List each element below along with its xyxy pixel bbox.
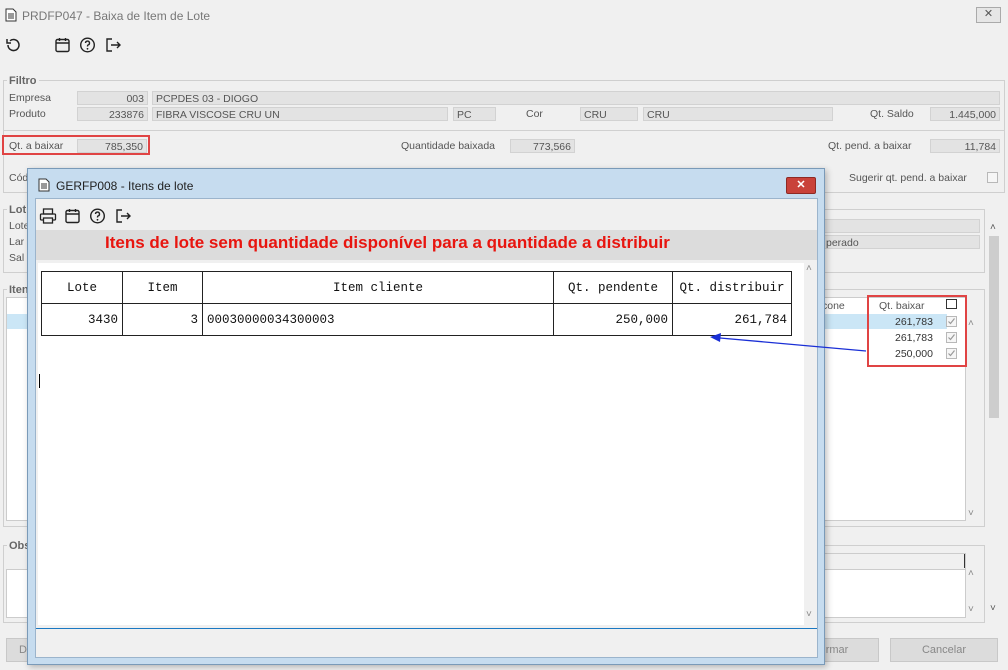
annotation-arrow bbox=[710, 333, 867, 352]
